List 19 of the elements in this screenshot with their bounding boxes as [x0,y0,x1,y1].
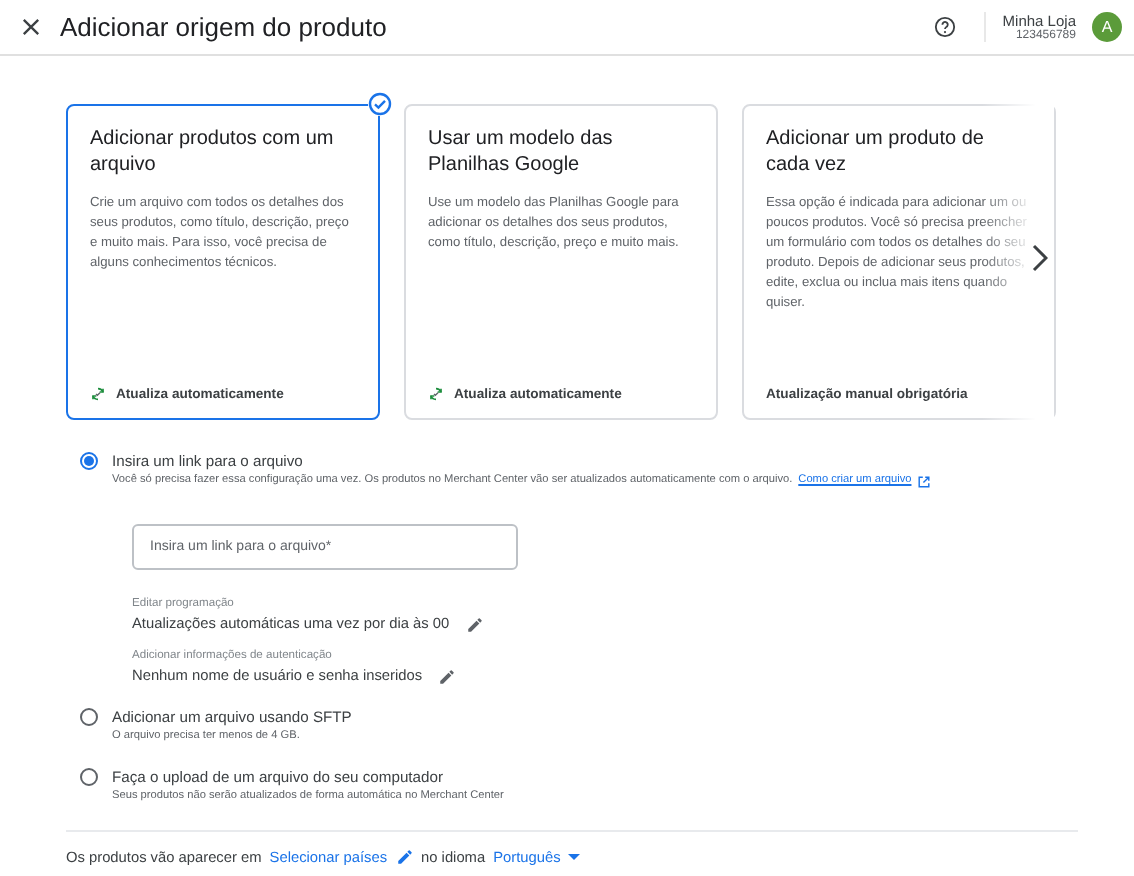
radio-button[interactable] [80,452,98,470]
sync-icon [428,386,444,402]
close-icon[interactable] [22,18,40,36]
pencil-icon[interactable] [438,667,457,685]
pencil-icon[interactable] [465,615,484,633]
check-circle-icon [368,92,392,116]
external-link-icon[interactable] [917,475,930,487]
card-title: Adicionar um produto de cada vez [766,126,986,178]
sync-icon [90,386,106,402]
radio-button[interactable] [80,708,98,726]
page-title: Adicionar origem do produto [60,12,389,42]
help-icon[interactable] [934,16,957,38]
radio-button[interactable] [80,768,98,786]
account-avatar[interactable]: A [1092,12,1122,42]
card-title: Adicionar produtos com um arquivo [90,126,336,178]
option-card[interactable] [66,104,380,420]
dropdown-arrow-icon[interactable] [568,853,581,861]
pencil-icon[interactable] [395,848,414,866]
card-title: Usar um modelo das Planilhas Google [428,126,615,178]
